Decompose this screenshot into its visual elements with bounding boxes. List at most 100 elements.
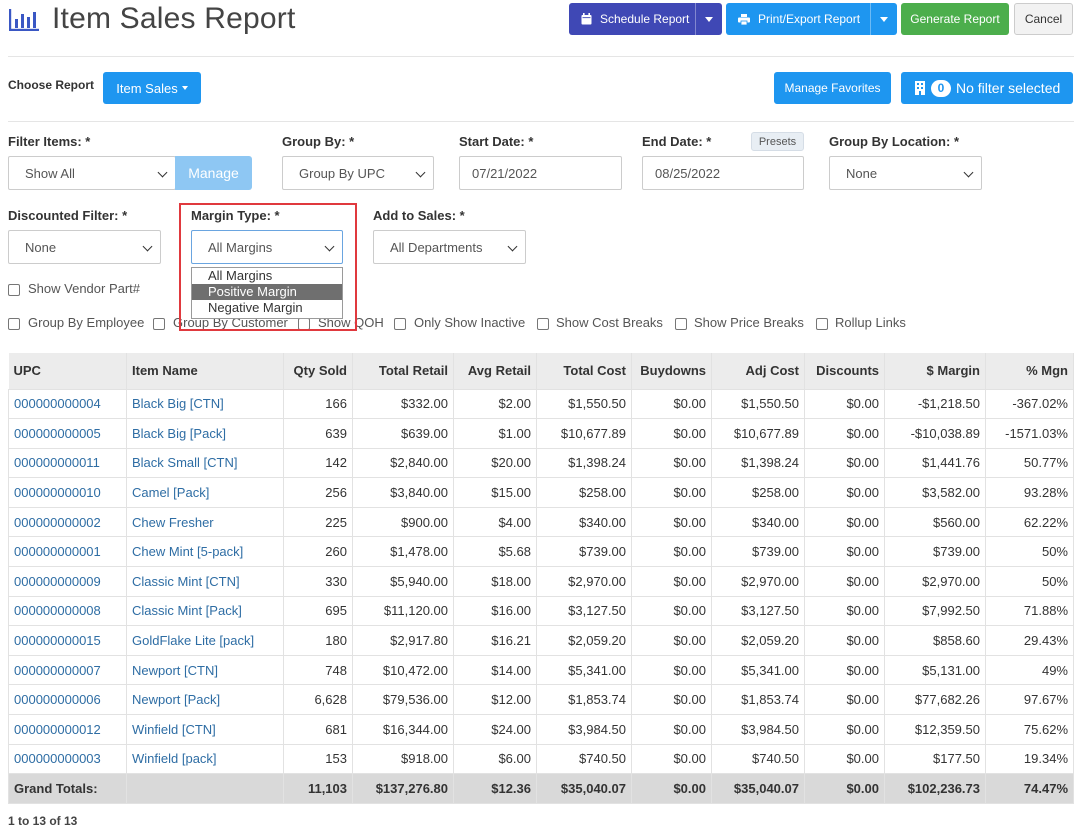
upc-link[interactable]: 000000000005 [8, 418, 127, 449]
margin-option-all[interactable]: All Margins [192, 268, 342, 284]
item-name-link[interactable]: Winfield [pack] [126, 743, 284, 775]
table-cell: $5,341.00 [711, 654, 805, 686]
table-row: 000000000004 Black Big [CTN] 166 $332.00 $2.… [8, 388, 1074, 420]
margin-type-label: Margin Type: * [191, 208, 280, 223]
table-cell: 71.88% [985, 595, 1074, 627]
item-name-link[interactable]: Black Small [CTN] [126, 447, 284, 479]
end-date-value: 08/25/2022 [655, 165, 721, 181]
column-header[interactable]: Total Cost [536, 353, 632, 389]
column-header[interactable]: Buydowns [631, 353, 712, 389]
only-inactive-checkbox[interactable] [394, 318, 406, 330]
start-date-label: Start Date: * [459, 134, 534, 149]
print-export-caret-button[interactable] [870, 3, 897, 35]
item-name-link[interactable]: Camel [Pack] [126, 477, 284, 508]
printer-icon [738, 13, 750, 25]
column-header[interactable]: Adj Cost [711, 353, 805, 389]
table-cell: $0.00 [804, 566, 885, 597]
upc-link[interactable]: 000000000015 [8, 625, 127, 656]
table-cell: -367.02% [985, 388, 1074, 420]
item-name-link[interactable]: Newport [Pack] [126, 684, 284, 716]
table-cell: $14.00 [453, 654, 537, 686]
bar-chart-icon [9, 9, 39, 31]
item-name-link[interactable]: GoldFlake Lite [pack] [126, 625, 284, 656]
table-cell: $0.00 [804, 506, 885, 538]
presets-button[interactable]: Presets [751, 132, 804, 151]
table-row: 000000000007 Newport [CTN] 748 $10,472.00 $1… [8, 654, 1074, 686]
report-select-button[interactable]: Item Sales [103, 72, 201, 104]
table-cell: $0.00 [631, 595, 712, 627]
item-name-link[interactable]: Black Big [Pack] [126, 418, 284, 449]
group-by-employee-checkbox[interactable] [8, 318, 20, 330]
schedule-caret-button[interactable] [695, 3, 722, 35]
column-header[interactable]: Item Name [126, 353, 284, 389]
group-by-select[interactable]: Group By UPC [282, 156, 434, 190]
column-header[interactable]: Avg Retail [453, 353, 537, 389]
item-name-link[interactable]: Winfield [CTN] [126, 714, 284, 745]
group-by-location-select[interactable]: None [829, 156, 982, 190]
table-cell: $0.00 [631, 477, 712, 508]
upc-link[interactable]: 000000000003 [8, 743, 127, 775]
table-cell: $24.00 [453, 714, 537, 745]
filter-status-text: No filter selected [956, 80, 1061, 96]
upc-link[interactable]: 000000000010 [8, 477, 127, 508]
group-by-customer-checkbox[interactable] [153, 318, 165, 330]
table-cell: 748 [283, 654, 353, 686]
table-header-row: UPC Item Name Qty Sold Total Retail Avg … [8, 353, 1074, 389]
table-row: 000000000003 Winfield [pack] 153 $918.00 $6.… [8, 743, 1074, 775]
margin-option-positive[interactable]: Positive Margin [192, 284, 342, 300]
item-name-link[interactable]: Chew Fresher [126, 506, 284, 538]
column-header[interactable]: Qty Sold [283, 353, 353, 389]
discounted-filter-select[interactable]: None [8, 230, 161, 264]
schedule-report-label: Schedule Report [600, 12, 690, 26]
vendor-part-checkbox[interactable] [8, 284, 20, 296]
rollup-links-checkbox[interactable] [816, 318, 828, 330]
totals-cell: $0.00 [804, 773, 885, 805]
table-cell: $332.00 [352, 388, 454, 420]
margin-type-select[interactable]: All Margins [191, 230, 343, 264]
totals-cell: 11,103 [283, 773, 353, 805]
item-name-link[interactable]: Classic Mint [Pack] [126, 595, 284, 627]
table-cell: $1,441.76 [884, 447, 986, 479]
filter-status-button[interactable]: 0 No filter selected [901, 72, 1073, 104]
cost-breaks-checkbox[interactable] [537, 318, 549, 330]
column-header[interactable]: Discounts [804, 353, 885, 389]
manage-favorites-button[interactable]: Manage Favorites [774, 72, 891, 104]
table-cell: 97.67% [985, 684, 1074, 716]
item-name-link[interactable]: Newport [CTN] [126, 654, 284, 686]
manage-filter-button[interactable]: Manage [175, 156, 252, 190]
item-name-link[interactable]: Chew Mint [5-pack] [126, 536, 284, 568]
item-name-link[interactable]: Classic Mint [CTN] [126, 566, 284, 597]
start-date-input[interactable]: 07/21/2022 [459, 156, 622, 190]
column-header[interactable]: $ Margin [884, 353, 986, 389]
upc-link[interactable]: 000000000012 [8, 714, 127, 745]
upc-link[interactable]: 000000000011 [8, 447, 127, 479]
add-to-sales-select[interactable]: All Departments [373, 230, 526, 264]
schedule-report-button[interactable]: Schedule Report [569, 3, 722, 35]
table-cell: $12.00 [453, 684, 537, 716]
table-cell: $0.00 [631, 714, 712, 745]
table-cell: $740.50 [711, 743, 805, 775]
price-breaks-checkbox[interactable] [675, 318, 687, 330]
upc-link[interactable]: 000000000007 [8, 654, 127, 686]
column-header[interactable]: % Mgn [985, 353, 1074, 389]
column-header[interactable]: UPC [8, 353, 127, 389]
upc-link[interactable]: 000000000004 [8, 388, 127, 420]
show-qoh-checkbox[interactable] [298, 318, 310, 330]
table-cell: $10,677.89 [536, 418, 632, 449]
upc-link[interactable]: 000000000009 [8, 566, 127, 597]
column-header[interactable]: Total Retail [352, 353, 454, 389]
upc-link[interactable]: 000000000006 [8, 684, 127, 716]
print-export-button[interactable]: Print/Export Report [726, 3, 897, 35]
upc-link[interactable]: 000000000001 [8, 536, 127, 568]
item-name-link[interactable]: Black Big [CTN] [126, 388, 284, 420]
generate-report-button[interactable]: Generate Report [901, 3, 1009, 35]
table-cell: $1,853.74 [536, 684, 632, 716]
upc-link[interactable]: 000000000002 [8, 506, 127, 538]
cancel-label: Cancel [1024, 12, 1063, 26]
margin-option-negative[interactable]: Negative Margin [192, 300, 342, 316]
totals-cell [126, 773, 284, 805]
filter-items-select[interactable]: Show All [8, 156, 176, 190]
upc-link[interactable]: 000000000008 [8, 595, 127, 627]
end-date-input[interactable]: 08/25/2022 [642, 156, 804, 190]
cancel-button[interactable]: Cancel [1014, 3, 1073, 35]
